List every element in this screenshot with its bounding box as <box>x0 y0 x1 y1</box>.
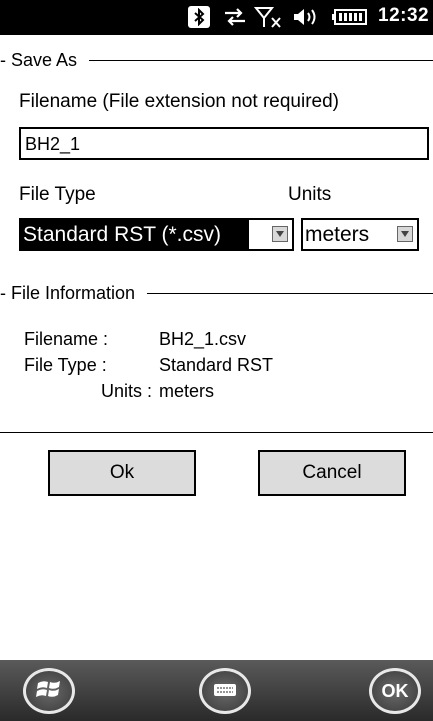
section-divider <box>0 432 433 433</box>
units-label: Units <box>288 184 332 205</box>
filename-label: Filename (File extension not required) <box>19 91 339 112</box>
chevron-down-icon[interactable] <box>272 226 288 242</box>
battery-icon <box>330 6 370 28</box>
save-as-group-header: - Save As <box>0 49 433 71</box>
bluetooth-icon <box>188 6 210 28</box>
info-filename-value: BH2_1.csv <box>159 329 247 349</box>
group-divider <box>147 292 433 294</box>
units-selected-value: meters <box>305 222 370 246</box>
keyboard-button[interactable] <box>199 668 251 714</box>
info-filename-label: Filename : <box>24 329 109 349</box>
file-type-selected-value: Standard RST (*.csv) <box>21 220 249 249</box>
info-file-type-label: File Type : <box>24 355 107 375</box>
info-units-label: Units : <box>100 381 152 401</box>
ok-softkey[interactable]: OK <box>369 668 421 714</box>
keyboard-icon <box>213 682 237 701</box>
clock: 12:32 <box>378 5 430 26</box>
ok-button[interactable]: Ok <box>48 450 196 496</box>
data-transfer-icon <box>222 6 248 28</box>
file-information-group-header: - File Information <box>0 282 433 304</box>
start-icon <box>36 677 62 705</box>
info-units-value: meters <box>159 381 215 401</box>
volume-icon <box>290 6 320 28</box>
file-type-select[interactable]: Standard RST (*.csv) <box>19 218 294 251</box>
file-type-label: File Type <box>19 184 96 205</box>
start-button[interactable] <box>23 668 75 714</box>
info-file-type-value: Standard RST <box>159 355 274 375</box>
cancel-button[interactable]: Cancel <box>258 450 406 496</box>
signal-no-service-icon <box>254 6 284 28</box>
file-information-group-label: - File Information <box>0 282 136 303</box>
taskbar: OK <box>0 660 433 721</box>
filename-input[interactable]: BH2_1 <box>19 127 429 160</box>
chevron-down-icon[interactable] <box>397 226 413 242</box>
status-bar: 12:32 <box>0 0 433 35</box>
save-as-group-label: - Save As <box>0 49 78 70</box>
units-select[interactable]: meters <box>301 218 419 251</box>
group-divider <box>89 59 433 61</box>
